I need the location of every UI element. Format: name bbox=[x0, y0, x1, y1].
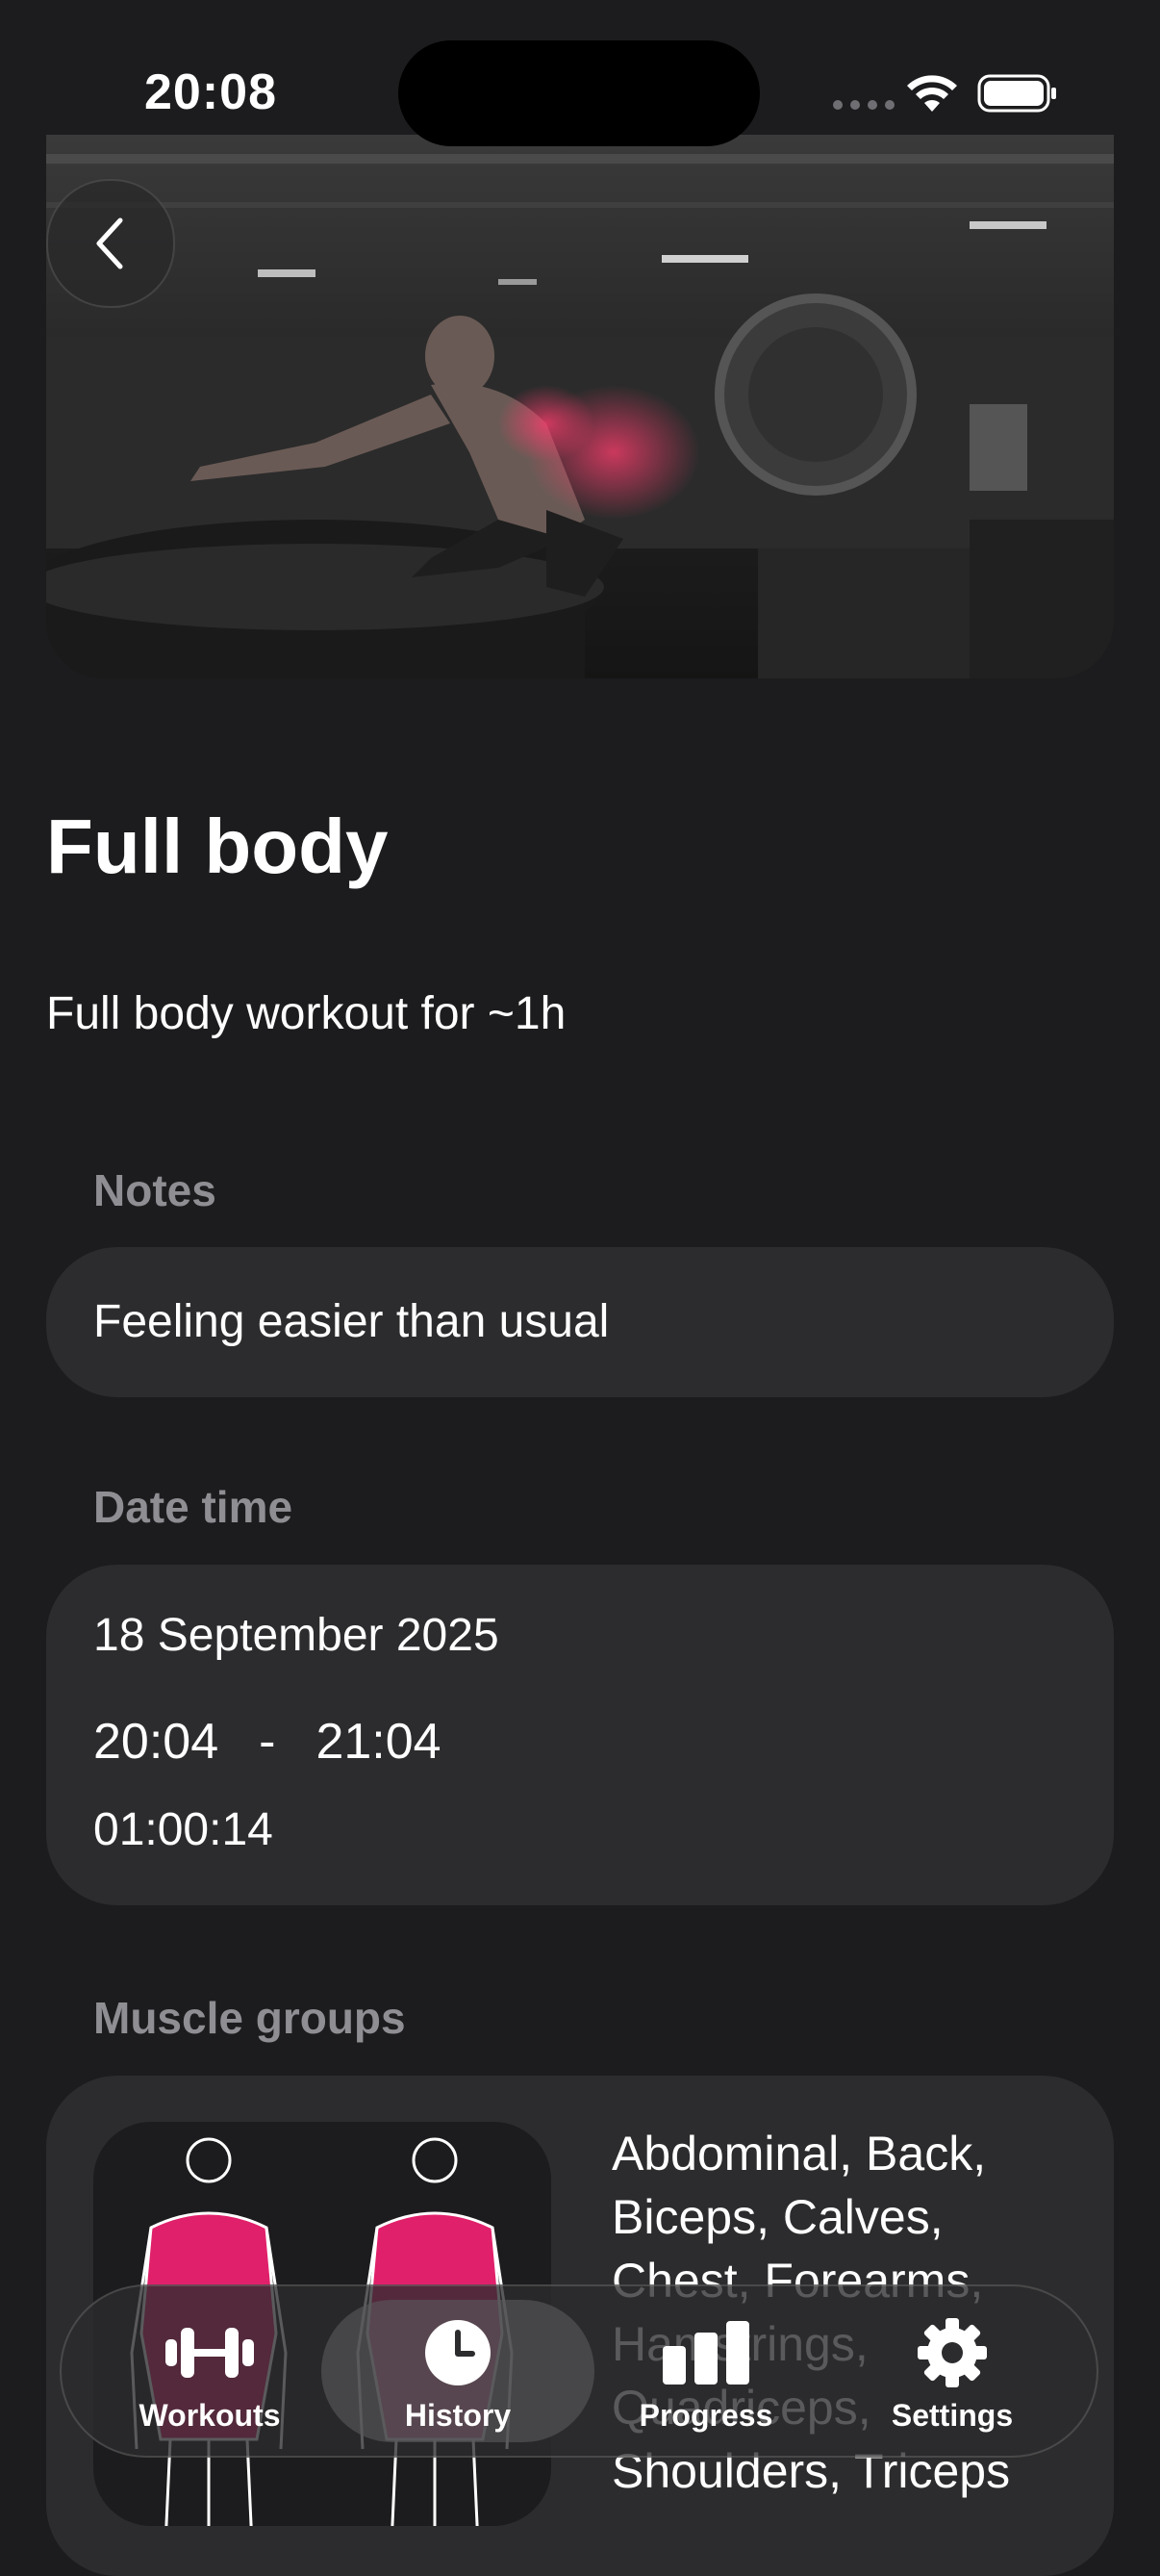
workout-description: Full body workout for ~1h bbox=[46, 988, 567, 1039]
workout-date: 18 September 2025 bbox=[93, 1610, 499, 1661]
dynamic-island bbox=[398, 40, 760, 146]
notes-field[interactable]: Feeling easier than usual bbox=[46, 1247, 1114, 1397]
tab-workouts[interactable]: Workouts bbox=[73, 2300, 346, 2442]
notes-label: Notes bbox=[93, 1165, 216, 1215]
tab-progress[interactable]: Progress bbox=[569, 2300, 843, 2442]
notes-value: Feeling easier than usual bbox=[93, 1296, 610, 1347]
start-time: 20:04 bbox=[93, 1714, 219, 1770]
time-range: 20:04 - 21:04 bbox=[93, 1717, 441, 1767]
workout-title: Full body bbox=[46, 803, 389, 889]
tab-history[interactable]: History bbox=[321, 2300, 594, 2442]
gear-icon bbox=[918, 2318, 987, 2387]
tab-history-label: History bbox=[404, 2398, 512, 2433]
clock-icon bbox=[425, 2320, 491, 2385]
tab-workouts-label: Workouts bbox=[139, 2398, 281, 2433]
workout-duration: 01:00:14 bbox=[93, 1804, 273, 1855]
cellular-signal-icon bbox=[833, 100, 895, 110]
workout-hero-image bbox=[46, 135, 1114, 678]
tab-settings-label: Settings bbox=[891, 2398, 1014, 2433]
tab-settings[interactable]: Settings bbox=[816, 2300, 1089, 2442]
end-time: 21:04 bbox=[315, 1714, 441, 1770]
bar-chart-icon bbox=[663, 2321, 749, 2385]
time-separator: - bbox=[259, 1714, 276, 1770]
chevron-left-icon bbox=[96, 217, 123, 269]
status-bar: 20:08 bbox=[0, 0, 1160, 146]
tab-bar: Workouts History Progress Settings bbox=[60, 2284, 1098, 2458]
date-time-label: Date time bbox=[93, 1482, 293, 1532]
dumbbell-icon bbox=[165, 2328, 254, 2378]
status-time: 20:08 bbox=[144, 64, 277, 120]
tab-progress-label: Progress bbox=[639, 2398, 773, 2433]
muscle-groups-label: Muscle groups bbox=[93, 1993, 406, 2043]
back-button[interactable] bbox=[46, 179, 175, 308]
battery-icon bbox=[977, 74, 1056, 113]
wifi-icon bbox=[907, 75, 957, 112]
